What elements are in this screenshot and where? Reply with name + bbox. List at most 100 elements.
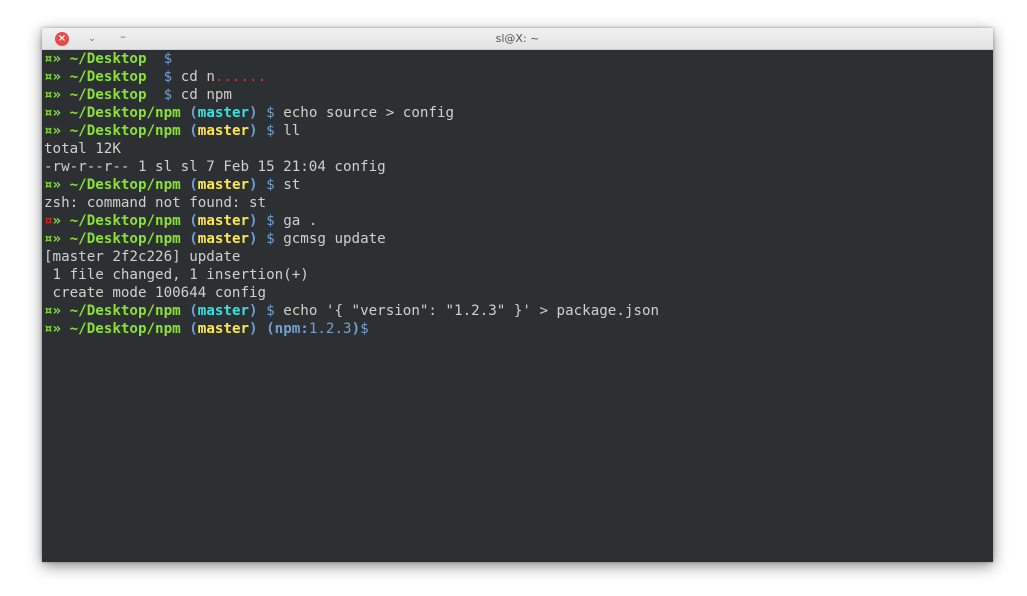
terminal-text-segment: »: [52, 105, 70, 121]
terminal-text-segment: cd n: [172, 69, 215, 85]
terminal-text-segment: 1 file changed, 1 insertion(+): [44, 267, 309, 283]
terminal-text-segment: ~/Desktop/npm: [69, 105, 181, 121]
terminal-text-segment: ll: [274, 123, 301, 139]
terminal-text-segment: master: [197, 231, 250, 247]
terminal-text-segment: »: [52, 303, 70, 319]
terminal-text-segment: $: [163, 87, 173, 103]
terminal-text-segment: ¤: [44, 123, 53, 139]
terminal-line: ¤» ~/Desktop/npm (master) $ st: [44, 176, 993, 194]
terminal-text-segment: 1.2.3: [308, 321, 352, 337]
terminal-text-segment: ): [249, 177, 258, 193]
terminal-text-segment: ¤: [44, 213, 53, 229]
terminal-text-segment: $: [266, 177, 275, 193]
terminal-text-segment: (: [189, 213, 198, 229]
terminal-text-segment: ¤: [44, 87, 53, 103]
terminal-text-segment: $: [266, 213, 275, 229]
terminal-text-segment: st: [274, 177, 301, 193]
terminal-text-segment: master: [197, 321, 250, 337]
terminal-text-segment: $: [360, 321, 369, 337]
terminal-text-segment: ga .: [274, 213, 318, 229]
terminal-text-segment: master: [197, 213, 250, 229]
window-title: sl@X: ~: [495, 32, 540, 45]
terminal-line: 1 file changed, 1 insertion(+): [44, 266, 993, 284]
terminal-text-segment: (npm:: [266, 321, 309, 337]
terminal-text-segment: ~/Desktop/npm: [69, 321, 181, 337]
terminal-text-segment: $: [266, 303, 275, 319]
terminal-text-segment: gcmsg update: [274, 231, 386, 247]
terminal-text-segment: »: [52, 231, 70, 247]
terminal-text-segment: »: [52, 69, 70, 85]
terminal-text-segment: ~/Desktop/npm: [69, 123, 181, 139]
terminal-text-segment: (: [189, 105, 198, 121]
terminal-text-segment: ¤: [44, 105, 53, 121]
terminal-text-segment: ): [249, 303, 258, 319]
terminal-text-segment: ~/Desktop/npm: [69, 231, 181, 247]
terminal-text-segment: master: [197, 303, 250, 319]
terminal-line: zsh: command not found: st: [44, 194, 993, 212]
terminal-text-segment: master: [197, 177, 250, 193]
terminal-line: ¤» ~/Desktop/npm (master) $ ll: [44, 122, 993, 140]
terminal-text-segment: »: [52, 51, 70, 67]
terminal-text-segment: ): [249, 123, 258, 139]
terminal-text-segment: create mode 100644 config: [44, 285, 267, 301]
terminal-text-segment: ): [249, 213, 258, 229]
terminal-line: [master 2f2c226] update: [44, 248, 993, 266]
terminal-text-segment: ): [249, 105, 258, 121]
terminal-text-segment: echo '{ "version": "1.2.3" }' > package.…: [274, 303, 660, 319]
terminal-text-segment: ......: [214, 69, 267, 85]
terminal-line: ¤» ~/Desktop $ cd n......: [44, 68, 993, 86]
terminal-line: ¤» ~/Desktop $ cd npm: [44, 86, 993, 104]
terminal-text-segment: $: [266, 123, 275, 139]
terminal-window: × ⌄ – sl@X: ~ ¤» ~/Desktop $ ¤» ~/Desktop…: [42, 28, 993, 562]
terminal-text-segment: »: [52, 177, 70, 193]
terminal-text-segment: -rw-r--r-- 1 sl sl 7 Feb 15 21:04 config: [44, 159, 386, 175]
terminal-line: ¤» ~/Desktop/npm (master) $ echo source …: [44, 104, 993, 122]
terminal-text-segment: ~/Desktop: [69, 69, 147, 85]
terminal-text-segment: $: [266, 231, 275, 247]
terminal-text-segment: zsh: command not found: st: [44, 195, 267, 211]
terminal-text-segment: [master 2f2c226] update: [44, 249, 241, 265]
terminal-text-segment: master: [197, 105, 250, 121]
terminal-text-segment: ¤: [44, 321, 53, 337]
terminal-text-segment: (: [189, 177, 198, 193]
terminal-text-segment: (: [189, 321, 198, 337]
terminal-line: ¤» ~/Desktop/npm (master) $ gcmsg update: [44, 230, 993, 248]
terminal-text-segment: ~/Desktop/npm: [69, 303, 181, 319]
terminal-text-segment: total 12K: [44, 141, 121, 157]
terminal-line: ¤» ~/Desktop/npm (master) (npm:1.2.3)$: [44, 320, 993, 338]
terminal-text-segment: ~/Desktop/npm: [69, 177, 181, 193]
terminal-line: total 12K: [44, 140, 993, 158]
terminal-text-segment: ): [249, 321, 258, 337]
terminal-text-segment: ~/Desktop: [69, 51, 147, 67]
terminal-text-segment: »: [52, 213, 70, 229]
terminal-text-segment: »: [52, 321, 70, 337]
terminal-text-segment: »: [52, 87, 70, 103]
terminal-text-segment: ¤: [44, 51, 53, 67]
terminal-line: -rw-r--r-- 1 sl sl 7 Feb 15 21:04 config: [44, 158, 993, 176]
terminal-output[interactable]: ¤» ~/Desktop $ ¤» ~/Desktop $ cd n...... ¤…: [42, 50, 993, 338]
terminal-line: ¤» ~/Desktop/npm (master) $ echo '{ "ver…: [44, 302, 993, 320]
terminal-text-segment: ¤: [44, 177, 53, 193]
terminal-text-segment: ~/Desktop/npm: [69, 213, 181, 229]
terminal-line: ¤» ~/Desktop $: [44, 50, 993, 68]
terminal-text-segment: ~/Desktop: [69, 87, 147, 103]
terminal-text-segment: ¤: [44, 69, 53, 85]
terminal-text-segment: ¤: [44, 231, 53, 247]
title-bar[interactable]: × ⌄ – sl@X: ~: [42, 28, 993, 50]
